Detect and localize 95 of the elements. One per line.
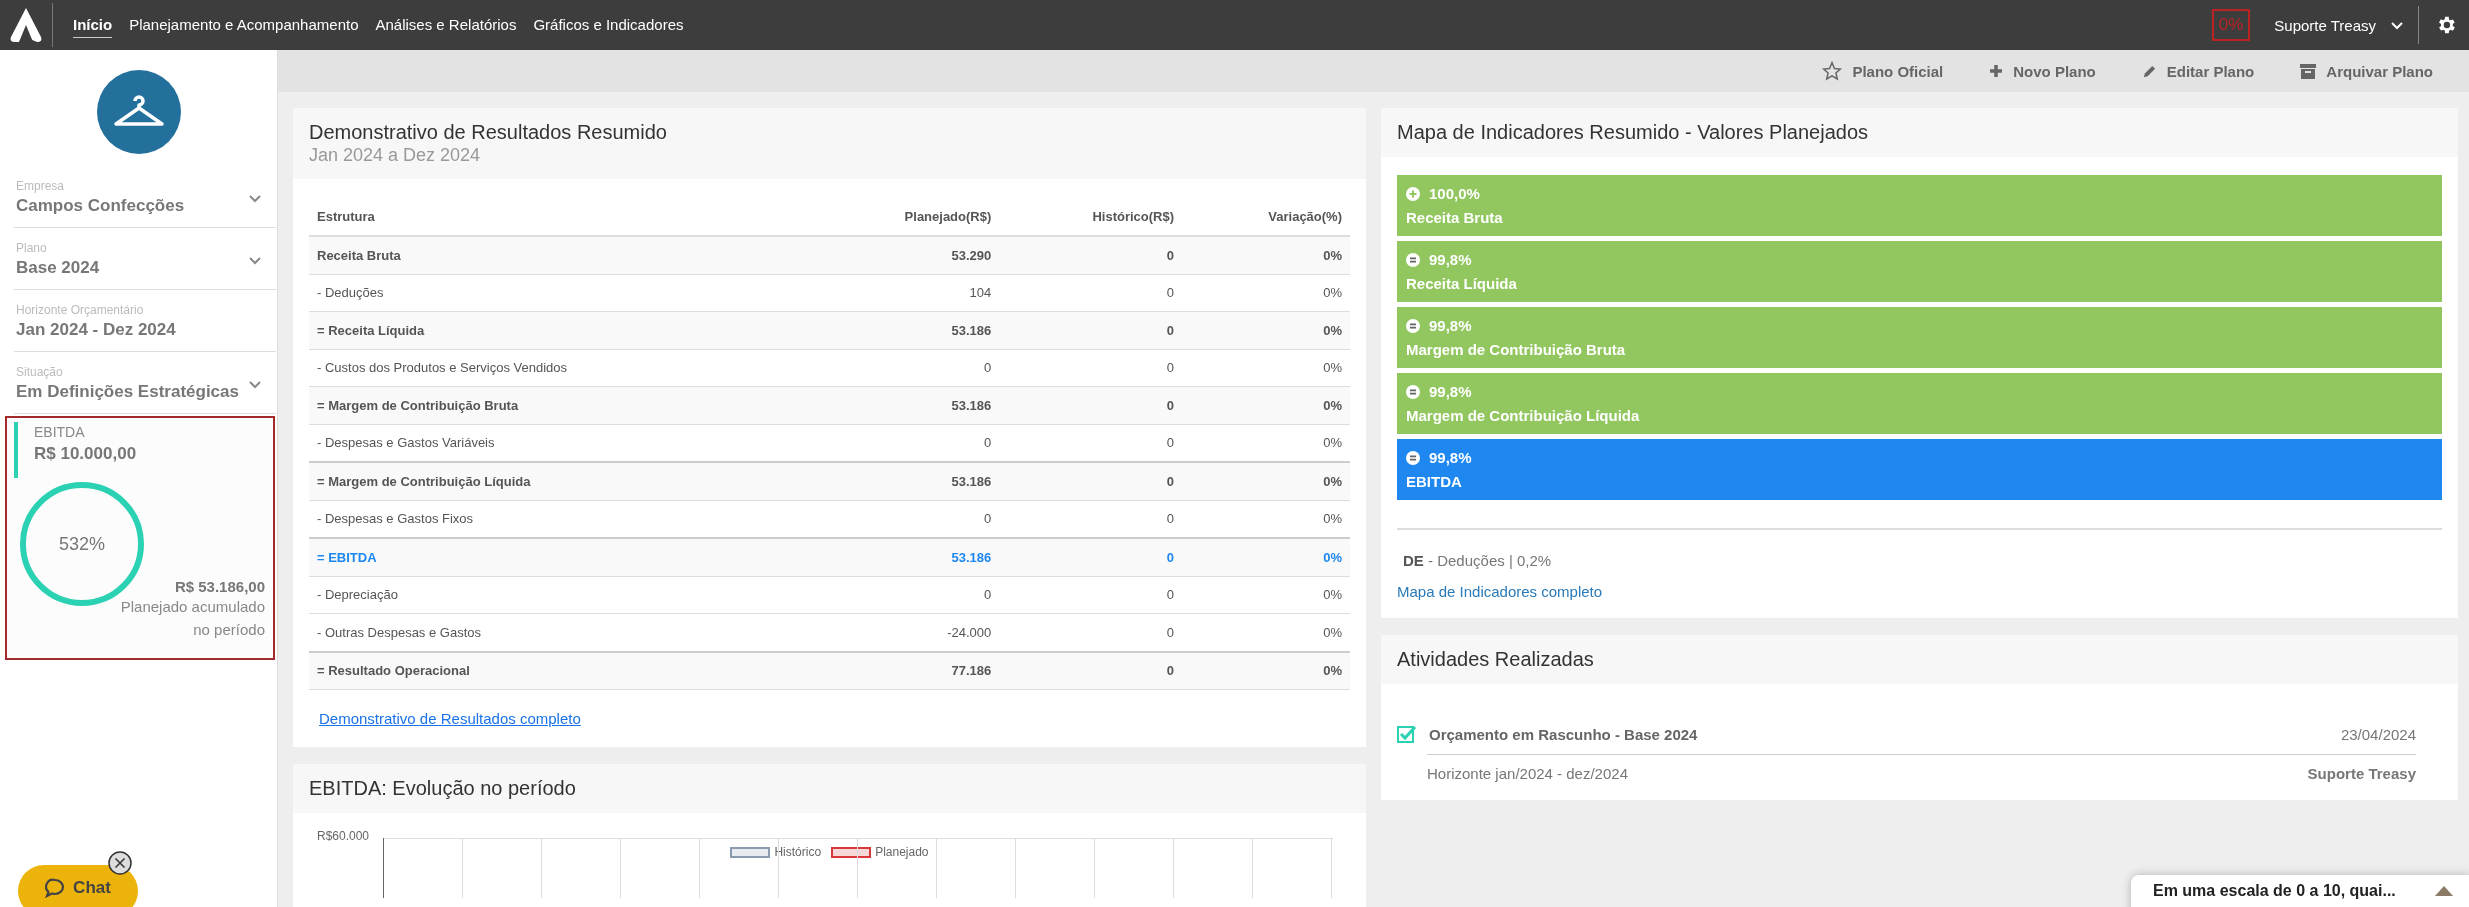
table-cell: Receita Bruta	[309, 236, 808, 274]
indicator-label: Margem de Contribuição Bruta	[1406, 341, 1627, 358]
indicators-link[interactable]: Mapa de Indicadores completo	[1397, 583, 1603, 600]
table-cell: 53.186	[807, 311, 1000, 349]
table-cell: 0	[999, 576, 1183, 614]
user-menu[interactable]: Suporte Treasy	[2268, 6, 2419, 44]
table-cell: = Margem de Contribuição Bruta	[309, 386, 808, 424]
indicator-target: R$ 10.000,00	[34, 444, 138, 464]
statement-link[interactable]: Demonstrativo de Resultados completo	[319, 710, 581, 727]
table-cell: - Depreciação	[309, 576, 808, 614]
table-cell: - Custos dos Produtos e Serviços Vendidos	[309, 349, 808, 387]
indicator-percent: 99,8%	[1429, 251, 1472, 268]
table-cell: 53.186	[807, 386, 1000, 424]
indicator-label: Margem de Contribuição Líquida	[1406, 407, 1641, 424]
plus-icon	[1989, 64, 2004, 78]
table-cell: = Margem de Contribuição Líquida	[309, 462, 808, 500]
table-cell: 53.186	[807, 462, 1000, 500]
table-cell: 53.290	[807, 236, 1000, 274]
survey-question: Em uma escala de 0 a 10, quai...	[2153, 882, 2397, 900]
legend-label: Histórico	[774, 845, 822, 859]
card-title: EBITDA: Evolução no período	[309, 777, 577, 800]
indicator-label: Receita Bruta	[1406, 209, 1504, 226]
equals-circle-icon	[1406, 252, 1420, 267]
sidebar-select[interactable]: Empresa Campos Confecções	[14, 166, 276, 228]
table-cell: 0	[999, 236, 1183, 274]
table-cell: = Receita Líquida	[309, 311, 808, 349]
card-title: Demonstrativo de Resultados Resumido	[309, 121, 668, 144]
table-cell: 0	[807, 576, 1000, 614]
indicator-title: EBITDA	[34, 424, 86, 440]
table-cell: = Resultado Operacional	[309, 651, 808, 690]
indicator-percent: 99,8%	[1429, 317, 1472, 334]
indicator-percent: 99,8%	[1429, 449, 1472, 466]
legend-label: Planejado	[875, 845, 929, 859]
activity-user: Suporte Treasy	[2307, 765, 2416, 782]
table-cell: 0	[999, 311, 1183, 349]
axis-tick-label: R$60.000	[317, 829, 370, 843]
indicator-bar[interactable]: 99,8% EBITDA	[1397, 439, 2442, 500]
pencil-icon	[2141, 63, 2157, 79]
survey-popup[interactable]: Em uma escala de 0 a 10, quai...	[2131, 875, 2469, 907]
activity-title: Orçamento em Rascunho - Base 2024	[1429, 725, 1699, 743]
card-title: Atividades Realizadas	[1397, 648, 1595, 671]
indicator-percent: 100,0%	[1429, 185, 1480, 202]
indicator-label: Receita Líquida	[1406, 275, 1518, 292]
speech-bubble-icon	[45, 877, 66, 898]
table-cell: 0%	[1182, 274, 1350, 312]
logo-icon[interactable]	[9, 7, 43, 43]
activity-detail: Horizonte jan/2024 - dez/2024	[1427, 765, 1628, 782]
chat-button[interactable]: Chat	[18, 865, 138, 907]
table-cell: 0%	[1182, 538, 1350, 576]
star-icon	[1822, 61, 1843, 81]
table-cell: 0%	[1182, 462, 1350, 500]
nav-tab[interactable]: Planejamento e Acompanhamento	[129, 12, 359, 38]
table-cell: 0%	[1182, 236, 1350, 274]
equals-circle-icon	[1406, 384, 1420, 399]
table-cell: 0	[999, 538, 1183, 576]
table-cell: 0%	[1182, 651, 1350, 690]
toolbar-button[interactable]: Arquivar Plano	[2294, 61, 2439, 81]
table-cell: 104	[807, 274, 1000, 312]
card-title: Mapa de Indicadores Resumido - Valores Planejados	[1397, 121, 1869, 144]
activity-date: 23/04/2024	[2340, 725, 2416, 743]
sidebar-select[interactable]: Situação Em Definições Estratégicas	[14, 352, 276, 414]
table-cell: 0%	[1182, 576, 1350, 614]
table-cell: 0	[999, 462, 1183, 500]
table-cell: 0%	[1182, 386, 1350, 424]
table-cell: 0%	[1182, 349, 1350, 387]
indicator-percent: 99,8%	[1429, 383, 1472, 400]
table-cell: 0	[999, 386, 1183, 424]
table-cell: 0	[807, 349, 1000, 387]
table-cell: 0	[999, 274, 1183, 312]
toolbar-button[interactable]: Editar Plano	[2135, 61, 2261, 81]
table-cell: 0	[999, 349, 1183, 387]
legend-note: DE - Deduções | 0,2%	[1403, 552, 1553, 569]
table-cell: = EBITDA	[309, 538, 808, 576]
plus-circle-icon	[1406, 186, 1420, 201]
toolbar-button[interactable]: Novo Plano	[1983, 61, 2102, 81]
table-cell: 53.186	[807, 538, 1000, 576]
equals-circle-icon	[1406, 318, 1420, 333]
indicator-amount: R$ 53.186,00	[174, 578, 265, 595]
table-cell: 0%	[1182, 311, 1350, 349]
caret-up-icon[interactable]	[2435, 886, 2453, 896]
indicator-label: EBITDA	[1406, 473, 1463, 490]
toolbar-button[interactable]: Plano Oficial	[1816, 60, 1950, 82]
table-cell: 0	[999, 651, 1183, 690]
table-cell: 77.186	[807, 651, 1000, 690]
nav-tab[interactable]: Gráficos e Indicadores	[533, 12, 684, 38]
sidebar-select[interactable]: Plano Base 2024	[14, 228, 276, 290]
close-icon[interactable]	[108, 851, 132, 875]
card-subtitle: Jan 2024 a Dez 2024	[309, 145, 482, 166]
archive-icon	[2300, 63, 2317, 79]
progress-indicator: 0%	[2211, 9, 2251, 41]
nav-tab[interactable]: Análises e Relatórios	[375, 12, 517, 38]
equals-circle-icon	[1406, 450, 1420, 465]
sidebar-select[interactable]: Horizonte Orçamentário Jan 2024 - Dez 2024	[14, 290, 276, 352]
table-cell: - Deduções	[309, 274, 808, 312]
nav-tab[interactable]: Início	[73, 12, 113, 38]
